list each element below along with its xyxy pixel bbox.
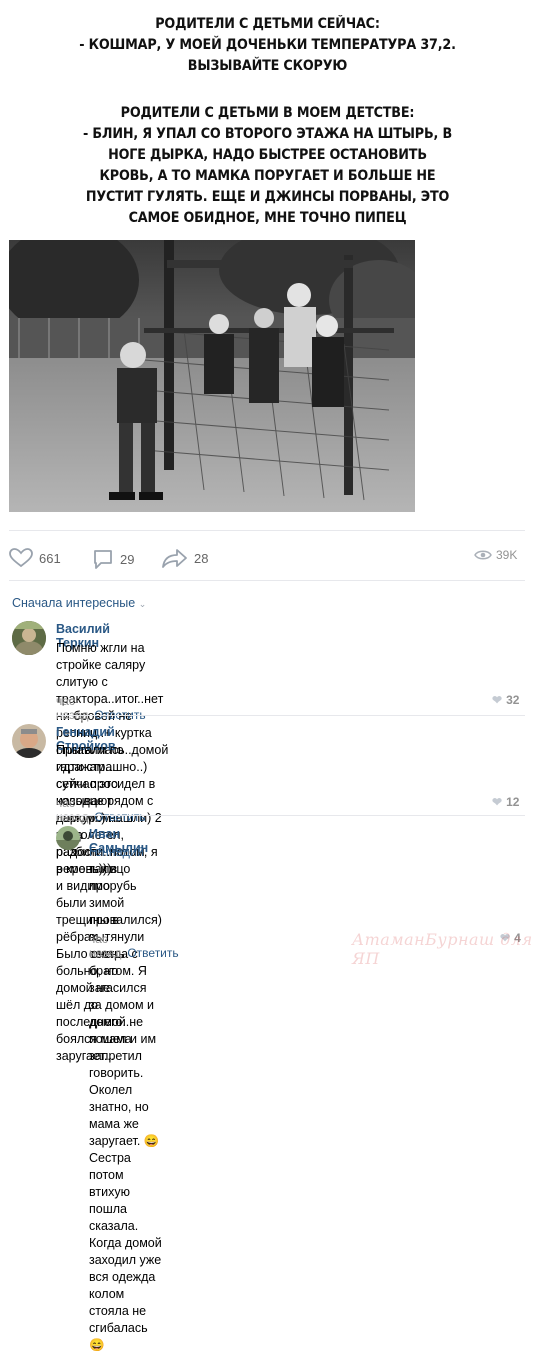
avatar[interactable] xyxy=(12,724,46,758)
meme-line: РОДИТЕЛИ С ДЕТЬМИ СЕЙЧАС: xyxy=(155,16,380,32)
avatar[interactable] xyxy=(56,826,80,850)
comment-meta: час назад Ответить xyxy=(89,932,179,960)
meme-line: КРОВЬ, А ТО МАМКА ПОРУГАЕТ И БОЛЬШЕ НЕ xyxy=(99,168,436,184)
heart-icon xyxy=(9,548,33,568)
comment-time[interactable]: час назад xyxy=(56,796,88,824)
comment-line: стояла не сгибалась😄 xyxy=(89,1304,148,1352)
meme-line: ВЫЗЫВАЙТЕ СКОРУЮ xyxy=(187,58,348,74)
reply-button[interactable]: Ответить xyxy=(94,810,145,824)
like-count: 661 xyxy=(39,550,61,566)
comment-icon xyxy=(94,550,112,569)
avatar-image xyxy=(12,621,46,655)
comment-text: Геннадий, я так в прорубь зимой провалил… xyxy=(89,844,162,1354)
eye-icon xyxy=(474,550,492,560)
avatar[interactable] xyxy=(12,621,46,655)
avatar-image xyxy=(56,826,80,850)
comment-line: братом. Я загасился за домом и домой не … xyxy=(89,964,157,1063)
watermark: АтаманБурнаш для ЯП xyxy=(352,930,533,968)
meme-line: ПУСТИТ ГУЛЯТЬ. ЕЩЕ И ДЖИНСЫ ПОРВАНЫ, ЭТО xyxy=(85,189,450,205)
comment-time[interactable]: час назад xyxy=(89,932,121,960)
post-divider xyxy=(9,530,525,531)
share-count: 28 xyxy=(194,550,209,566)
avatar-image xyxy=(12,724,46,758)
photo-illustration xyxy=(9,240,415,512)
views-count: 39K xyxy=(496,548,518,562)
comment-count: 29 xyxy=(120,551,135,567)
chevron-down-icon: ⌄ xyxy=(138,599,147,609)
comment-line: втихую пошла сказала. Когда домой заходи… xyxy=(89,1185,162,1301)
comment-like-count: 32 xyxy=(506,693,520,707)
meme-line: САМОЕ ОБИДНОЕ, МНЕ ТОЧНО ПИПЕЦ xyxy=(128,210,407,226)
views-counter: 39K xyxy=(474,548,517,562)
comment-divider xyxy=(56,715,525,716)
comment-like-button[interactable]: ❤ 12 xyxy=(492,795,519,809)
sort-label: Сначала интересные xyxy=(12,596,136,610)
comment-line: говорить. Околел знатно, но мама же зару… xyxy=(89,1066,160,1182)
heart-icon: ❤ xyxy=(492,693,503,707)
post-photo[interactable] xyxy=(9,240,415,512)
heart-icon: ❤ xyxy=(492,795,503,809)
meme-line: - КОШМАР, У МОЕЙ ДОЧЕНЬКИ ТЕМПЕРАТУРА 37… xyxy=(79,37,456,53)
comment-button[interactable]: 29 xyxy=(92,548,134,570)
comment-time[interactable]: час назад xyxy=(56,694,88,722)
meme-line: РОДИТЕЛИ С ДЕТЬМИ В МОЕМ ДЕТСТВЕ: xyxy=(120,105,415,121)
post-actions-bar: 661 29 28 39K xyxy=(9,546,525,570)
actions-divider xyxy=(9,580,525,581)
comment-like-count: 12 xyxy=(506,795,520,809)
meme-caption-bottom: РОДИТЕЛИ С ДЕТЬМИ В МОЕМ ДЕТСТВЕ: - БЛИН… xyxy=(32,103,503,229)
comment-meta: час назад Ответить xyxy=(56,796,146,824)
like-button[interactable]: 661 xyxy=(9,548,61,568)
comment-divider xyxy=(56,815,525,816)
mention-link[interactable]: Геннадий xyxy=(89,845,144,859)
reply-button[interactable]: Ответить xyxy=(127,946,178,960)
share-icon xyxy=(162,549,187,568)
meme-line: - БЛИН, Я УПАЛ СО ВТОРОГО ЭТАЖА НА ШТЫРЬ… xyxy=(82,126,453,142)
comment-meta: час назад Ответить xyxy=(56,694,146,722)
comment-like-button[interactable]: ❤ 32 xyxy=(492,693,519,707)
meme-caption-top: РОДИТЕЛИ С ДЕТЬМИ СЕЙЧАС: - КОШМАР, У МО… xyxy=(32,14,503,77)
meme-line: НОГЕ ДЫРКА, НАДО БЫСТРЕЕ ОСТАНОВИТЬ xyxy=(108,147,427,163)
share-button[interactable]: 28 xyxy=(162,548,208,568)
comments-sort-dropdown[interactable]: Сначала интересные ⌄ xyxy=(12,596,146,610)
